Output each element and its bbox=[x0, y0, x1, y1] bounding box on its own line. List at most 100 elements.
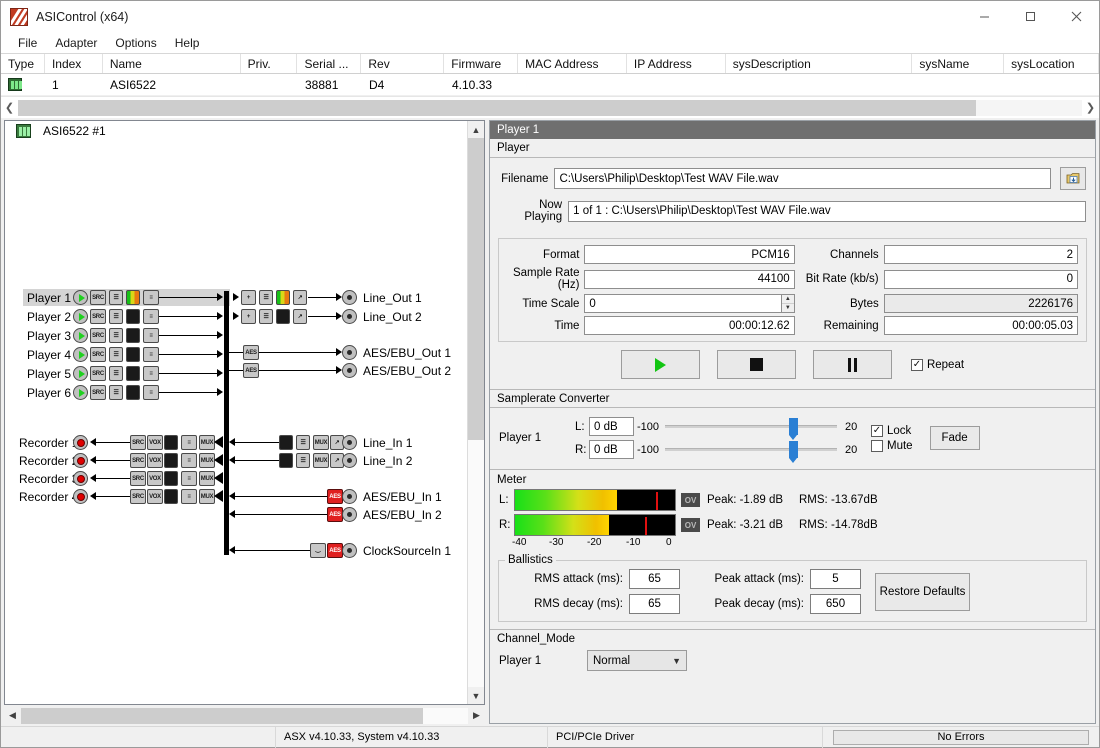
player-1-mux-chip[interactable]: ≡ bbox=[143, 290, 159, 305]
recorder-3-src-chip[interactable]: SRC bbox=[130, 471, 146, 486]
lineout-1-port-icon[interactable] bbox=[342, 290, 357, 305]
player-3-meter-chip[interactable] bbox=[126, 328, 140, 343]
lock-checkbox[interactable]: ✓ bbox=[871, 425, 883, 437]
aesout-1-port-icon[interactable] bbox=[342, 345, 357, 360]
player-1-play-icon[interactable] bbox=[73, 290, 88, 305]
player-6-meter-chip[interactable] bbox=[126, 385, 140, 400]
player-1-meter-chip[interactable] bbox=[126, 290, 140, 305]
repeat-checkbox[interactable]: ✓ bbox=[911, 359, 923, 371]
column-header-type[interactable]: Type bbox=[1, 54, 45, 73]
player-2-mux-chip[interactable]: ≡ bbox=[143, 309, 159, 324]
column-header-sysname[interactable]: sysName bbox=[912, 54, 1004, 73]
menu-file[interactable]: File bbox=[9, 34, 46, 52]
linein-1-meter-chip[interactable] bbox=[279, 435, 293, 450]
player-4-meter-chip[interactable] bbox=[126, 347, 140, 362]
aesout-2-port-icon[interactable] bbox=[342, 363, 357, 378]
player-1-src-chip[interactable]: SRC bbox=[90, 290, 106, 305]
lineout-2-meter-chip[interactable] bbox=[276, 309, 290, 324]
browse-file-button[interactable] bbox=[1060, 167, 1086, 190]
recorder-3-vox-chip[interactable]: VOX bbox=[147, 471, 163, 486]
src-left-slider-thumb[interactable] bbox=[789, 418, 798, 435]
close-button[interactable] bbox=[1053, 1, 1099, 32]
aesout-2-aes-chip[interactable]: AES bbox=[243, 363, 259, 378]
minimize-button[interactable] bbox=[961, 1, 1007, 32]
scroll-up-icon[interactable]: ▲ bbox=[468, 121, 484, 138]
src-right-slider-thumb[interactable] bbox=[789, 441, 798, 458]
recorder-4-mux-chip[interactable]: ≡ bbox=[181, 489, 197, 504]
src-left-slider-track[interactable] bbox=[665, 425, 837, 428]
status-errors-button[interactable]: No Errors bbox=[833, 730, 1089, 745]
lineout-1-level-chip[interactable]: ↗ bbox=[293, 290, 307, 305]
player-2-fader-chip[interactable]: ☰ bbox=[109, 309, 123, 324]
timescale-input[interactable]: 0 bbox=[584, 294, 781, 313]
rms-decay-input[interactable]: 65 bbox=[629, 594, 680, 614]
player-4-src-chip[interactable]: SRC bbox=[90, 347, 106, 362]
src-right-slider[interactable] bbox=[665, 448, 837, 451]
recorder-1-src-chip[interactable]: SRC bbox=[130, 435, 146, 450]
player-5-fader-chip[interactable]: ☰ bbox=[109, 366, 123, 381]
recorder-2-meter-chip[interactable] bbox=[164, 453, 178, 468]
column-header-name[interactable]: Name bbox=[103, 54, 241, 73]
mute-checkbox-wrap[interactable]: Mute bbox=[871, 440, 913, 452]
recorder-2-vox-chip[interactable]: VOX bbox=[147, 453, 163, 468]
player-2-meter-chip[interactable] bbox=[126, 309, 140, 324]
menu-adapter[interactable]: Adapter bbox=[46, 34, 106, 52]
recorder-2-record-icon[interactable] bbox=[73, 453, 88, 468]
meter-left-ov-indicator[interactable]: OV bbox=[681, 493, 700, 507]
aesin-2-port-icon[interactable] bbox=[342, 507, 357, 522]
recorder-3-meter-chip[interactable] bbox=[164, 471, 178, 486]
diagram-vertical-scrollbar[interactable]: ▲ ▼ bbox=[467, 121, 484, 704]
linein-2-mux-chip[interactable]: MUX bbox=[313, 453, 329, 468]
recorder-1-meter-chip[interactable] bbox=[164, 435, 178, 450]
linein-2-port-icon[interactable] bbox=[342, 453, 357, 468]
column-header-syslocation[interactable]: sysLocation bbox=[1004, 54, 1099, 73]
maximize-button[interactable] bbox=[1007, 1, 1053, 32]
column-header-mac-address[interactable]: MAC Address bbox=[518, 54, 627, 73]
lineout-1-meter-chip[interactable] bbox=[276, 290, 290, 305]
linein-2-fader-chip[interactable]: ☰ bbox=[296, 453, 310, 468]
aesin-1-aes-chip[interactable]: AES bbox=[327, 489, 343, 504]
pause-button[interactable] bbox=[813, 350, 892, 379]
player-5-mux-chip[interactable]: ≡ bbox=[143, 366, 159, 381]
clocksource-port-icon[interactable] bbox=[342, 543, 357, 558]
table-row[interactable]: 1 ASI6522 38881 D4 4.10.33 bbox=[1, 74, 1099, 96]
peak-attack-input[interactable]: 5 bbox=[810, 569, 861, 589]
aesin-1-port-icon[interactable] bbox=[342, 489, 357, 504]
column-header-index[interactable]: Index bbox=[45, 54, 103, 73]
repeat-checkbox-wrap[interactable]: ✓ Repeat bbox=[911, 359, 964, 371]
player-6-play-icon[interactable] bbox=[73, 385, 88, 400]
aesin-2-aes-chip[interactable]: AES bbox=[327, 507, 343, 522]
linein-1-port-icon[interactable] bbox=[342, 435, 357, 450]
diagram-scroll-thumb[interactable] bbox=[21, 708, 423, 724]
linein-1-mux-chip[interactable]: MUX bbox=[313, 435, 329, 450]
clocksource-clock-chip[interactable]: ⏝ bbox=[310, 543, 326, 558]
device-node-header[interactable]: ASI6522 #1 bbox=[5, 121, 467, 141]
menu-options[interactable]: Options bbox=[106, 34, 165, 52]
player-4-fader-chip[interactable]: ☰ bbox=[109, 347, 123, 362]
player-2-src-chip[interactable]: SRC bbox=[90, 309, 106, 324]
lineout-1-fader-chip[interactable]: ☰ bbox=[259, 290, 273, 305]
recorder-2-mux2-chip[interactable]: MUX bbox=[199, 453, 215, 468]
player-3-fader-chip[interactable]: ☰ bbox=[109, 328, 123, 343]
table-horizontal-scrollbar[interactable]: ❮ ❯ bbox=[1, 96, 1099, 118]
recorder-4-mux2-chip[interactable]: MUX bbox=[199, 489, 215, 504]
scroll-down-icon[interactable]: ▼ bbox=[468, 687, 484, 704]
column-header-firmware[interactable]: Firmware bbox=[444, 54, 518, 73]
signal-diagram[interactable]: ASI6522 #1 Player 1 SRC ☰ ≡ bbox=[5, 121, 467, 704]
scroll-thumb-vertical[interactable] bbox=[468, 138, 484, 440]
meter-right-ov-indicator[interactable]: OV bbox=[681, 518, 700, 532]
src-left-slider[interactable] bbox=[665, 425, 837, 428]
linein-1-fader-chip[interactable]: ☰ bbox=[296, 435, 310, 450]
aesout-1-aes-chip[interactable]: AES bbox=[243, 345, 259, 360]
column-header-serial[interactable]: Serial ... bbox=[297, 54, 361, 73]
channelmode-select[interactable]: Normal ▼ bbox=[587, 650, 687, 671]
recorder-2-mux-chip[interactable]: ≡ bbox=[181, 453, 197, 468]
mute-checkbox[interactable] bbox=[871, 440, 883, 452]
recorder-1-record-icon[interactable] bbox=[73, 435, 88, 450]
diagram-scroll-track[interactable] bbox=[21, 708, 468, 724]
src-left-gain-input[interactable]: 0 dB bbox=[589, 417, 634, 436]
diagram-horizontal-scrollbar[interactable]: ◀ ▶ bbox=[4, 707, 485, 724]
recorder-2-src-chip[interactable]: SRC bbox=[130, 453, 146, 468]
recorder-3-mux-chip[interactable]: ≡ bbox=[181, 471, 197, 486]
player-4-mux-chip[interactable]: ≡ bbox=[143, 347, 159, 362]
